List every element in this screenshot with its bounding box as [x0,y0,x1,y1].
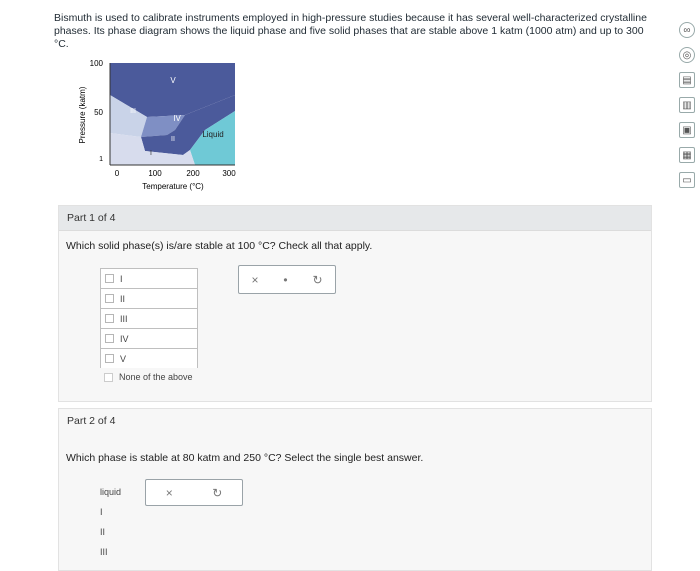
chart-icon[interactable]: ▥ [679,97,695,113]
part1-question: Which solid phase(s) is/are stable at 10… [66,240,373,252]
region-label-I: I [150,150,152,157]
option-II[interactable]: II [100,288,198,308]
radio-III[interactable]: III [100,542,121,562]
checkbox-icon[interactable] [105,314,114,323]
intro-text: Bismuth is used to calibrate instruments… [54,12,647,50]
option-III[interactable]: III [100,308,198,328]
y-tick-1: 1 [99,156,103,163]
part2-question: Which phase is stable at 80 katm and 250… [66,452,424,464]
checkbox-icon[interactable] [105,334,114,343]
region-label-III: III [130,108,136,115]
checkbox-icon[interactable] [105,274,114,283]
region-label-liquid: Liquid [202,130,223,139]
eye-icon[interactable]: ◎ [679,47,695,63]
radio-I[interactable]: I [100,502,121,522]
part1-header: Part 1 of 4 [59,206,651,231]
x-tick-0: 0 [115,169,120,178]
image-icon[interactable]: ▣ [679,122,695,138]
y-tick-50: 50 [94,108,103,117]
part2-answer-toolbar: × ↻ [145,479,243,506]
region-label-II: II [171,136,175,143]
x-tick-300: 300 [222,169,236,178]
infinity-icon[interactable]: ∞ [679,22,695,38]
option-none[interactable]: None of the above [100,368,198,386]
option-IV[interactable]: IV [100,328,198,348]
part2-options: liquid I II III [100,482,121,562]
option-I[interactable]: I [100,268,198,288]
refresh-icon[interactable]: ↻ [312,273,322,287]
region-label-IV: IV [173,114,181,123]
sidebar-toolbar: ∞ ◎ ▤ ▥ ▣ ▦ ▭ [674,22,700,188]
checkbox-icon[interactable] [105,294,114,303]
y-tick-100: 100 [90,59,104,68]
clear-icon[interactable]: × [251,273,258,287]
grid-icon[interactable]: ▦ [679,147,695,163]
phase-diagram-svg: 100 50 1 0 100 200 300 Temperature (°C) … [78,59,236,191]
dot-icon: • [283,272,288,287]
refresh-icon[interactable]: ↻ [212,486,222,500]
message-icon[interactable]: ▭ [679,172,695,188]
phase-diagram: 100 50 1 0 100 200 300 Temperature (°C) … [75,55,255,200]
x-tick-100: 100 [148,169,162,178]
checkbox-icon[interactable] [105,354,114,363]
checkbox-icon[interactable] [104,372,113,382]
option-V[interactable]: V [100,348,198,368]
radio-II[interactable]: II [100,522,121,542]
clear-icon[interactable]: × [166,486,173,500]
part2-header: Part 2 of 4 [67,415,116,427]
region-label-V: V [170,76,176,85]
part1-answer-toolbar: × • ↻ [238,265,336,294]
document-icon[interactable]: ▤ [679,72,695,88]
x-axis-label: Temperature (°C) [142,182,204,191]
part1-options: I II III IV V None of the above [100,268,198,386]
radio-liquid[interactable]: liquid [100,482,121,502]
x-tick-200: 200 [186,169,200,178]
y-axis-label: Pressure (katm) [78,86,87,143]
